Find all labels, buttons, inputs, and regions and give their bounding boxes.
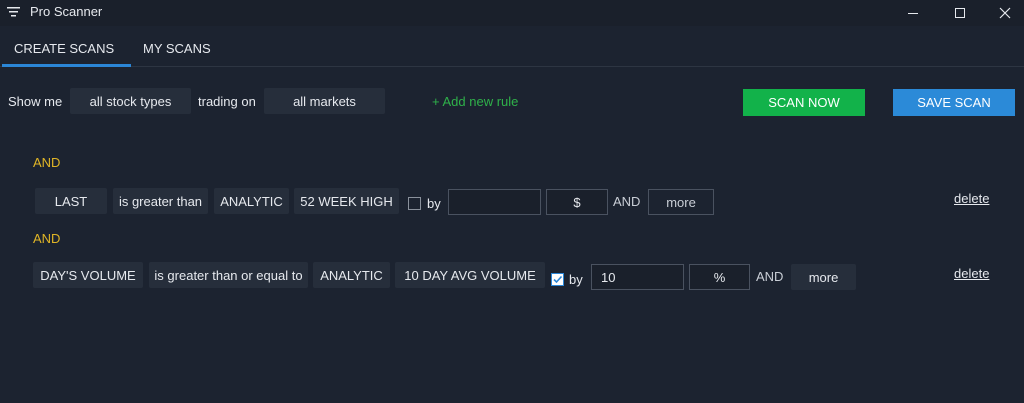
filter-icon [7,7,20,17]
save-scan-button[interactable]: SAVE SCAN [893,89,1015,116]
show-me-label: Show me [8,94,63,109]
rule-connector: AND [33,155,61,170]
maximize-button[interactable] [937,0,983,26]
by-label: by [569,272,583,287]
rule-connector: AND [33,231,61,246]
by-label: by [427,196,441,211]
minimize-button[interactable] [890,0,936,26]
by-checkbox[interactable] [551,273,564,286]
tab-my-scans[interactable]: MY SCANS [143,41,211,56]
rule-operator-dropdown[interactable]: is greater than or equal to [149,262,308,288]
rule-type-dropdown[interactable]: ANALYTIC [313,262,390,288]
tab-create-scans[interactable]: CREATE SCANS [14,41,114,56]
trading-on-label: trading on [198,94,256,109]
and-label: AND [613,194,641,209]
rule-type-dropdown[interactable]: ANALYTIC [214,188,289,214]
tabs-bar: CREATE SCANS MY SCANS [0,26,1024,67]
rule-operator-dropdown[interactable]: is greater than [113,188,208,214]
rule-analytic-dropdown[interactable]: 10 DAY AVG VOLUME [395,262,545,288]
active-tab-indicator [2,64,131,67]
unit-dropdown[interactable]: $ [546,189,608,215]
maximize-icon [955,8,965,18]
more-button[interactable]: more [648,189,714,215]
checkmark-icon [553,275,563,284]
delete-rule-link[interactable]: delete [954,191,989,206]
minimize-icon [908,13,918,14]
by-value-input[interactable]: 10 [591,264,684,290]
close-icon [999,7,1011,19]
scan-now-button[interactable]: SCAN NOW [743,89,865,116]
rule-analytic-dropdown[interactable]: 52 WEEK HIGH [294,188,399,214]
title-bar: Pro Scanner [0,0,1024,26]
and-label: AND [756,269,784,284]
more-button[interactable]: more [791,264,856,290]
delete-rule-link[interactable]: delete [954,266,989,281]
window-title: Pro Scanner [30,4,103,19]
add-rule-link[interactable]: + Add new rule [432,94,518,109]
by-value-input[interactable] [448,189,541,215]
close-button[interactable] [982,0,1024,26]
stock-types-dropdown[interactable]: all stock types [70,88,191,114]
by-checkbox[interactable] [408,197,421,210]
rule-field-dropdown[interactable]: LAST [35,188,107,214]
markets-dropdown[interactable]: all markets [264,88,385,114]
unit-dropdown[interactable]: % [689,264,750,290]
rule-field-dropdown[interactable]: DAY'S VOLUME [33,262,143,288]
